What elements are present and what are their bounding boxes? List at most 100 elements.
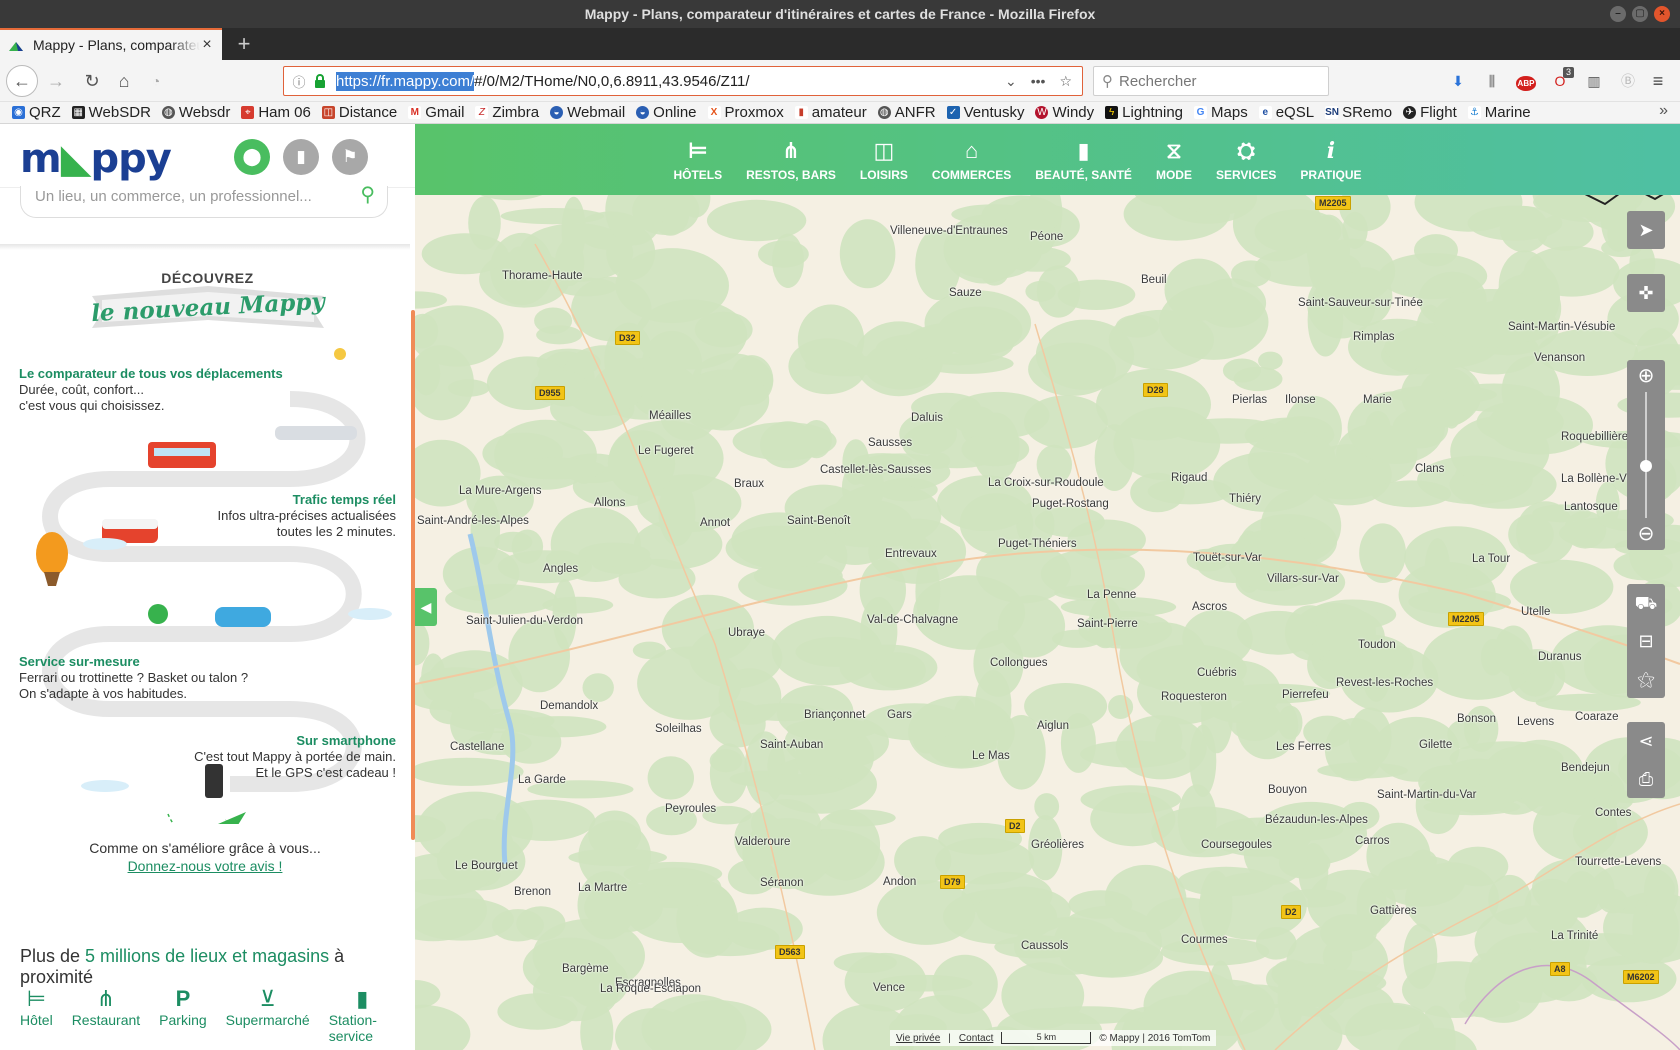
place-label[interactable]: Val-de-Chalvagne [867,614,958,626]
place-label[interactable]: La Martre [578,882,627,894]
place-label[interactable]: Carros [1355,835,1390,847]
place-label[interactable]: Courmes [1181,934,1228,946]
place-label[interactable]: Gars [887,709,912,721]
bookmark-item[interactable]: G Maps [1194,104,1248,121]
place-label[interactable]: Castellane [450,741,504,753]
place-label[interactable]: Gréolières [1031,839,1084,851]
place-label[interactable]: Bonson [1457,713,1496,725]
minimize-button[interactable]: – [1610,6,1626,22]
bookmark-item[interactable]: ◍ Websdr [161,104,230,121]
place-label[interactable]: Allons [594,497,625,509]
bookmark-item[interactable]: ▦ WebSDR [71,104,151,121]
place-label[interactable]: Gilette [1419,739,1452,751]
close-tab-icon[interactable]: × [200,36,214,54]
place-label[interactable]: Villeneuve-d'Entraunes [890,225,1008,237]
bookmark-item[interactable]: ▮ amateur [794,104,867,121]
place-label[interactable]: Vence [873,982,905,994]
place-label[interactable]: Péone [1030,231,1063,243]
place-label[interactable]: Contes [1595,807,1631,819]
place-label[interactable]: Saint-Julien-du-Verdon [466,615,583,627]
place-label[interactable]: Saint-Auban [760,739,823,751]
place-label[interactable]: Valderoure [735,836,790,848]
place-label[interactable]: Braux [734,478,764,490]
page-actions-icon[interactable]: ••• [1031,73,1046,90]
rss-icon[interactable]: ◔ [142,67,170,95]
place-label[interactable]: Saint-Sauveur-sur-Tinée [1298,297,1423,309]
download-icon[interactable]: ⬇ [1444,67,1472,95]
category-supermarket[interactable]: ⊻ Supermarché [226,986,310,1044]
bookmark-item[interactable]: X Proxmox [707,104,784,121]
place-label[interactable]: Le Bourguet [455,860,518,872]
print-icon[interactable]: ⎙ [1627,760,1665,798]
place-label[interactable]: Coursegoules [1201,839,1272,851]
bookmark-item[interactable]: ◍ ANFR [877,104,936,121]
bus-icon[interactable]: ⊟ [1627,622,1665,660]
library-icon[interactable]: ⫼ [1478,67,1506,95]
place-label[interactable]: Peyroules [665,803,716,815]
place-label[interactable]: La Garde [518,774,566,786]
place-label[interactable]: Sauze [949,287,982,299]
place-label[interactable]: La Tour [1472,553,1510,565]
nav-shops[interactable]: ⌂ COMMERCES [920,124,1023,195]
place-label[interactable]: Bézaudun-les-Alpes [1265,814,1368,826]
place-label[interactable]: Andon [883,876,916,888]
place-label[interactable]: Tourrette-Levens [1575,856,1661,868]
bookmark-item[interactable]: ⚓ Marine [1467,104,1531,121]
satellite-icon[interactable]: ⚝ [1627,660,1665,698]
category-parking[interactable]: P Parking [159,986,206,1044]
place-label[interactable]: Gattières [1370,905,1417,917]
bookmark-item[interactable]: SN SRemo [1325,104,1392,121]
chevron-down-icon[interactable]: ⌄ [1005,73,1017,90]
place-label[interactable]: Villars-sur-Var [1267,573,1339,585]
collapse-sidebar-button[interactable]: ◀ [415,588,437,626]
place-label[interactable]: Puget-Rostang [1032,498,1109,510]
bookmark-item[interactable]: Z Zimbra [475,104,539,121]
place-label[interactable]: Daluis [911,412,943,424]
place-label[interactable]: Briançonnet [804,709,865,721]
place-label[interactable]: Cuébris [1197,667,1237,679]
lock-icon[interactable] [314,74,328,88]
place-label[interactable]: Touët-sur-Var [1193,552,1262,564]
tab-mappy[interactable]: Mappy - Plans, comparateur d'itinéraires… [0,28,222,60]
place-label[interactable]: Roquebillière [1561,431,1628,443]
place-label[interactable]: Marie [1363,394,1392,406]
nav-hotels[interactable]: ⊨ HÔTELS [661,124,734,195]
place-label[interactable]: Lantosque [1564,501,1618,513]
pegman-icon[interactable]: ✜ [1627,274,1665,312]
nav-practical[interactable]: i PRATIQUE [1288,124,1373,195]
place-label[interactable]: Le Mas [972,750,1010,762]
place-label[interactable]: Levens [1517,716,1554,728]
nav-beauty[interactable]: ▮ BEAUTÉ, SANTÉ [1023,124,1144,195]
place-label[interactable]: Séranon [760,877,803,889]
bookmark-item[interactable]: ϟ Lightning [1105,104,1183,121]
place-label[interactable]: Demandolx [540,700,598,712]
place-label[interactable]: Pierrefeu [1282,689,1329,701]
category-hotel[interactable]: ⊨ Hôtel [20,986,53,1044]
place-label[interactable]: Sausses [868,437,912,449]
place-label[interactable]: Saint-Benoît [787,515,850,527]
opera-extension-icon[interactable]: O3 [1546,67,1574,95]
bookmark-item[interactable]: ⌖ Ham 06 [241,104,311,121]
place-label[interactable]: Bouyon [1268,784,1307,796]
place-label[interactable]: Pierlas [1232,394,1267,406]
place-label[interactable]: La Penne [1087,589,1136,601]
place-label[interactable]: Venanson [1534,352,1585,364]
place-label[interactable]: Clans [1415,463,1444,475]
place-label[interactable]: La Croix-sur-Roudoule [988,477,1104,489]
forward-button[interactable]: → [42,67,70,95]
category-fuel[interactable]: ▮ Station-service [329,986,396,1044]
new-tab-button[interactable]: + [230,30,258,58]
share-icon[interactable]: ⋖ [1627,722,1665,760]
zoom-slider-track[interactable] [1645,392,1647,518]
close-window-button[interactable]: × [1654,6,1670,22]
adblock-icon[interactable]: ABP [1512,67,1540,95]
place-label[interactable]: Ubraye [728,627,765,639]
place-label[interactable]: Duranus [1538,651,1581,663]
place-label[interactable]: Méailles [649,410,691,422]
place-label[interactable]: Beuil [1141,274,1167,286]
place-label[interactable]: Coaraze [1575,711,1618,723]
geolocate-icon[interactable]: ➤ [1627,211,1665,249]
place-label[interactable]: Caussols [1021,940,1068,952]
nav-services[interactable]: ⛭ SERVICES [1204,124,1288,195]
place-label[interactable]: Aiglun [1037,720,1069,732]
